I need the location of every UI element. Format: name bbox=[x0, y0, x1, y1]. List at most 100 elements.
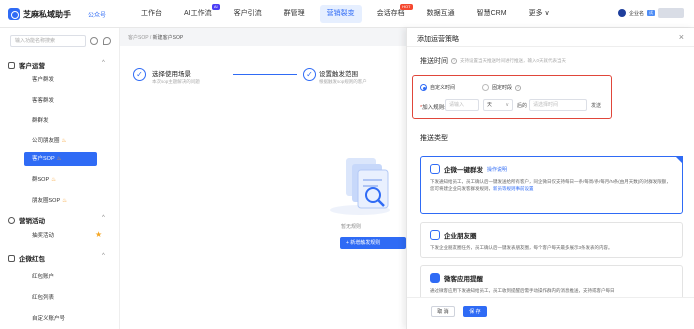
user-menu[interactable]: 企业名 试 bbox=[618, 8, 685, 18]
push-type-title: 推送类型 bbox=[420, 135, 448, 142]
radio-label: 固定时段 bbox=[492, 85, 513, 91]
nav-label: 更多 ∨ bbox=[528, 10, 550, 17]
app-reminder-icon bbox=[430, 273, 440, 283]
days-input[interactable]: 请输入 bbox=[445, 99, 479, 111]
sidebar-search-input[interactable]: 输入功能名称搜索 bbox=[10, 35, 86, 47]
save-button[interactable]: 保 存 bbox=[463, 306, 487, 317]
nav-label: 客户引流 bbox=[233, 10, 262, 17]
brand-sub-label[interactable]: 公众号 bbox=[88, 10, 106, 19]
day-unit-select[interactable]: 天 ∨ bbox=[483, 99, 513, 111]
sidebar-item-red-packet-account[interactable]: 红包账户 bbox=[0, 270, 119, 284]
nav-label: 营销裂变 bbox=[326, 10, 355, 17]
nav-label: 智慧CRM bbox=[476, 10, 507, 17]
join-rule-text: 加入规则: bbox=[422, 105, 446, 111]
radio-checked-icon bbox=[420, 84, 427, 91]
sidebar-group-marketing[interactable]: 营销活动 bbox=[8, 215, 45, 225]
ai-badge: AI bbox=[211, 4, 220, 10]
group-label: 客户运营 bbox=[19, 63, 45, 70]
group-label: 企微红包 bbox=[19, 256, 45, 263]
user-avatar-icon bbox=[618, 9, 626, 17]
collapse-caret-icon[interactable]: ^ bbox=[102, 60, 105, 66]
step-2-desc: 根据触发sop规则的客户 bbox=[319, 79, 367, 84]
breadcrumb: 客户SOP / 新建客户SOP bbox=[128, 34, 183, 41]
cancel-button[interactable]: 取 消 bbox=[431, 306, 455, 317]
brand-logo-icon[interactable] bbox=[8, 8, 20, 20]
close-icon[interactable]: × bbox=[679, 32, 684, 42]
type-card-header: 企微一键群发 操作说明 bbox=[430, 164, 507, 174]
marketing-icon bbox=[8, 216, 15, 224]
sidebar-item-moments-sop[interactable]: 朋友圈SOP ♨ bbox=[0, 194, 119, 208]
sidebar-item-custom-account[interactable]: 自定义账户号 bbox=[0, 312, 119, 326]
type-desc-text: 下发通知给员工，员工确认后一键发送给所有客户，同企微日仅支持每日一条/每周/条/… bbox=[430, 179, 671, 191]
empty-state-illustration bbox=[330, 158, 390, 215]
fire-icon: ♨ bbox=[62, 198, 68, 204]
step-1-check-icon: ✓ bbox=[133, 68, 146, 81]
type-card-enterprise-broadcast[interactable]: 企微一键群发 操作说明 下发通知给员工，员工确认后一键发送给所有客户，同企微日仅… bbox=[420, 156, 683, 214]
user-name: 企业名 bbox=[629, 10, 645, 17]
sidebar-item-customer-sop[interactable]: 客户SOP ♨ bbox=[24, 152, 97, 166]
rule-settings-link[interactable]: 新员等规则事前设置 bbox=[493, 186, 534, 191]
step-1-desc: 本次sop主题解决的问题 bbox=[152, 79, 200, 84]
nav-workbench[interactable]: 工作台 bbox=[130, 0, 173, 28]
nav-more[interactable]: 更多 ∨ bbox=[518, 0, 561, 28]
red-packet-icon bbox=[8, 254, 15, 262]
search-icon[interactable] bbox=[90, 37, 98, 45]
sidebar-item-company-moments[interactable]: 公司朋友圈 ♨ bbox=[0, 134, 119, 148]
sidebar-item-customer-broadcast[interactable]: 客户群发 bbox=[0, 73, 119, 87]
time-picker-input[interactable]: 请选择时间 bbox=[529, 99, 587, 111]
nav-data-sync[interactable]: 数据互通 bbox=[416, 0, 466, 28]
help-icon[interactable]: ? bbox=[451, 58, 457, 64]
add-trigger-rule-button[interactable]: + 新增触发规则 bbox=[340, 237, 406, 249]
star-icon[interactable]: ★ bbox=[95, 230, 102, 239]
fire-icon: ♨ bbox=[56, 156, 62, 162]
history-icon[interactable] bbox=[103, 37, 111, 45]
fire-icon: ♨ bbox=[51, 177, 57, 183]
nav-label: 群管理 bbox=[283, 10, 305, 17]
fire-icon: ♨ bbox=[61, 138, 67, 144]
operation-guide-link[interactable]: 操作说明 bbox=[487, 166, 507, 173]
type-description: 下发通知给员工，员工确认后一键发送给所有客户，同企微日仅支持每日一条/每周/条/… bbox=[430, 178, 674, 192]
collapse-caret-icon[interactable]: ^ bbox=[102, 215, 105, 221]
step-2-title: 设置触发范围 bbox=[319, 71, 358, 78]
sidebar-item-group-broadcast[interactable]: 群群发 bbox=[0, 114, 119, 128]
item-label: 群SOP bbox=[32, 177, 50, 183]
drawer-title: 添加运营策略 bbox=[417, 36, 459, 43]
day-unit-value: 天 bbox=[487, 102, 493, 108]
sidebar-group-red-packet[interactable]: 企微红包 bbox=[8, 253, 45, 263]
type-card-header: 企业朋友圈 bbox=[430, 230, 477, 240]
radio-custom-time[interactable]: 自定义时间 bbox=[420, 84, 455, 91]
main-nav: 工作台 AI工作流 AI 客户引流 群管理 营销裂变 会话存档 HOT 数据互通 智… bbox=[130, 0, 561, 28]
nav-smart-crm[interactable]: 智慧CRM bbox=[466, 0, 518, 28]
nav-group-management[interactable]: 群管理 bbox=[273, 0, 316, 28]
push-time-hint: 支持设置当天推送时间进行推送，输入0天就代表当天 bbox=[460, 58, 567, 63]
add-strategy-drawer: 添加运营策略 × 推送时间 ? 支持设置当天推送时间进行推送，输入0天就代表当天… bbox=[406, 28, 694, 329]
radio-unchecked-icon bbox=[482, 84, 489, 91]
nav-chat-archive[interactable]: 会话存档 HOT bbox=[366, 0, 416, 28]
push-time-label: 推送时间 bbox=[420, 58, 448, 65]
type-name: 微客应用提醒 bbox=[444, 276, 483, 283]
chevron-down-icon: ∨ bbox=[505, 102, 509, 108]
nav-ai-workflow[interactable]: AI工作流 AI bbox=[173, 0, 223, 28]
after-text: 后的 bbox=[517, 103, 528, 109]
type-description: 通过微客应用下发通知给员工，员工收到提醒后需手动操作群内的消息推送，支持或客户每… bbox=[430, 288, 615, 293]
breadcrumb-current: 新建客户SOP bbox=[152, 35, 184, 41]
sidebar-item-customer-group-broadcast[interactable]: 客客群发 bbox=[0, 94, 119, 108]
send-text: 发送 bbox=[591, 103, 602, 109]
sidebar-group-customer-ops[interactable]: 客户运营 bbox=[8, 60, 45, 70]
type-card-enterprise-moments[interactable]: 企业朋友圈 下发企业朋友圈任务，员工确认后一键发表朋友圈，每个客户每天最多展示3… bbox=[420, 222, 683, 258]
breadcrumb-parent[interactable]: 客户SOP bbox=[128, 35, 148, 41]
nav-marketing-fission[interactable]: 营销裂变 bbox=[316, 0, 366, 28]
highlight-box bbox=[412, 75, 612, 119]
radio-fixed-period[interactable]: 固定时段 ? bbox=[482, 84, 522, 91]
nav-label: 数据互通 bbox=[426, 10, 455, 17]
nav-label: AI工作流 bbox=[184, 10, 212, 17]
trial-tag: 试 bbox=[647, 10, 656, 16]
help-icon[interactable]: ? bbox=[515, 84, 522, 91]
brand-name[interactable]: 芝麻私域助手 bbox=[23, 9, 71, 20]
type-name: 企业朋友圈 bbox=[444, 233, 477, 240]
sidebar-item-red-packet-list[interactable]: 红包列表 bbox=[0, 291, 119, 305]
nav-customer-acquisition[interactable]: 客户引流 bbox=[223, 0, 273, 28]
sidebar-item-group-sop[interactable]: 群SOP ♨ bbox=[0, 173, 119, 187]
collapse-caret-icon[interactable]: ^ bbox=[102, 253, 105, 259]
type-name: 企微一键群发 bbox=[444, 167, 483, 174]
